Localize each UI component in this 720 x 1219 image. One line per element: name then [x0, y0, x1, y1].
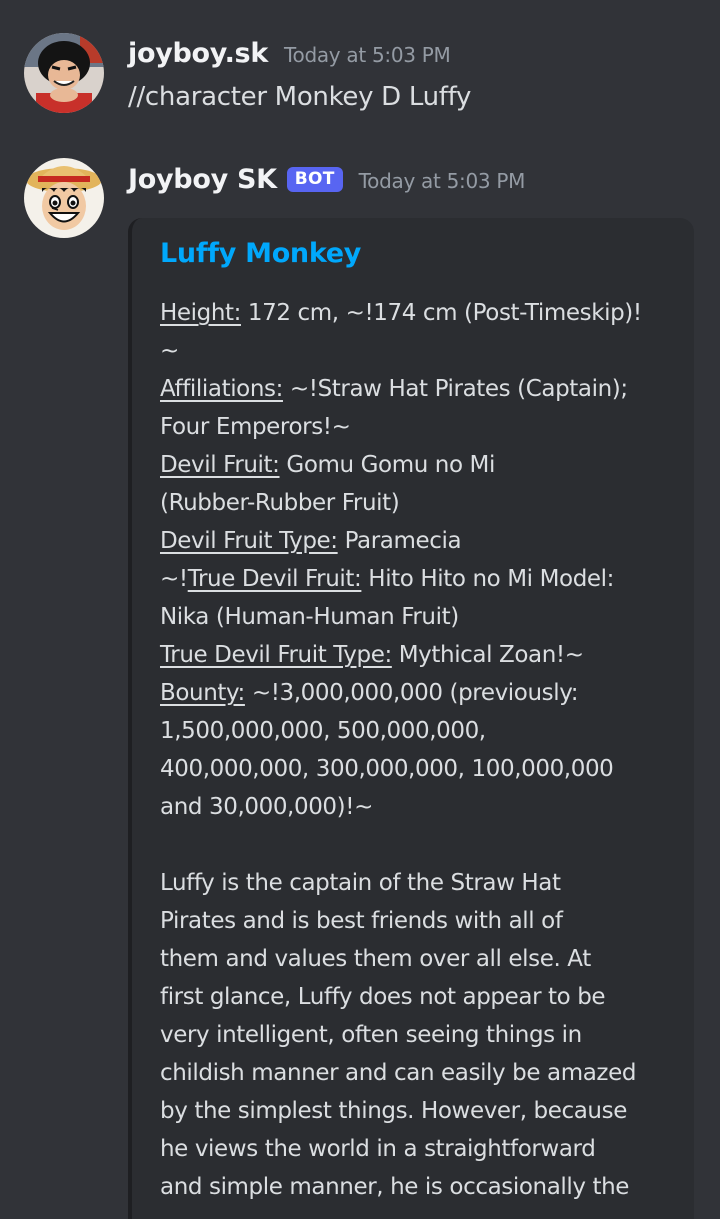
timestamp[interactable]: Today at 5:03 PM: [284, 43, 451, 67]
username[interactable]: joyboy.sk: [128, 38, 268, 69]
user-avatar-icon[interactable]: [24, 33, 104, 113]
embed-card: Luffy Monkey Height: 172 cm, ~!174 cm (P…: [128, 218, 694, 1219]
message-header: Joyboy SK BOT Today at 5:03 PM: [128, 164, 525, 196]
true-devil-fruit-type-value: Mythical Zoan!~: [391, 642, 584, 668]
message-header: joyboy.sk Today at 5:03 PM: [128, 38, 451, 69]
bounty-line-2: 1,500,000,000, 500,000,000,: [160, 718, 486, 744]
true-devil-fruit-label: True Devil Fruit:: [187, 566, 362, 592]
true-devil-fruit-tail: Nika (Human-Human Fruit): [160, 604, 459, 630]
affiliations-tail: Four Emperors!~: [160, 414, 351, 440]
embed-description: Height: 172 cm, ~!174 cm (Post-Timeskip)…: [160, 294, 680, 1206]
affiliations-line: Affiliations: ~!Straw Hat Pirates (Capta…: [160, 370, 680, 408]
description-line: childish manner and can easily be amazed: [160, 1060, 637, 1086]
bounty-value: ~!3,000,000,000 (previously:: [244, 680, 579, 706]
description-line: very intelligent, often seeing things in: [160, 1022, 582, 1048]
bot-avatar-icon[interactable]: [24, 158, 104, 238]
description-line: them and values them over all else. At: [160, 946, 591, 972]
devil-fruit-value: Gomu Gomu no Mi: [279, 452, 495, 478]
bounty-line: Bounty: ~!3,000,000,000 (previously:: [160, 674, 680, 712]
height-label: Height:: [160, 300, 241, 326]
description-line: and simple manner, he is occasionally th…: [160, 1174, 630, 1200]
true-devil-fruit-type-label: True Devil Fruit Type:: [160, 642, 392, 668]
embed-title[interactable]: Luffy Monkey: [160, 238, 361, 269]
height-line: Height: 172 cm, ~!174 cm (Post-Timeskip)…: [160, 294, 680, 332]
devil-fruit-type-label: Devil Fruit Type:: [160, 528, 338, 554]
bounty-line-3: 400,000,000, 300,000,000, 100,000,000: [160, 756, 614, 782]
description-line: he views the world in a straightforward: [160, 1136, 596, 1162]
description-line: first glance, Luffy does not appear to b…: [160, 984, 606, 1010]
devil-fruit-tail: (Rubber-Rubber Fruit): [160, 490, 400, 516]
message-text: //character Monkey D Luffy: [128, 82, 472, 112]
devil-fruit-line: Devil Fruit: Gomu Gomu no Mi: [160, 446, 680, 484]
true-devil-fruit-prefix: ~!: [160, 566, 188, 592]
bot-badge: BOT: [286, 167, 343, 192]
description-line: Luffy is the captain of the Straw Hat: [160, 870, 561, 896]
description-line: by the simplest things. However, because: [160, 1098, 627, 1124]
devil-fruit-type-value: Paramecia: [337, 528, 462, 554]
chat-window: joyboy.sk Today at 5:03 PM //character M…: [0, 0, 720, 1219]
bounty-label: Bounty:: [160, 680, 245, 706]
bot-username[interactable]: Joyboy SK: [128, 164, 277, 195]
true-devil-fruit-line: ~!True Devil Fruit: Hito Hito no Mi Mode…: [160, 560, 680, 598]
bounty-line-4: and 30,000,000)!~: [160, 794, 373, 820]
affiliations-label: Affiliations:: [160, 376, 283, 402]
timestamp[interactable]: Today at 5:03 PM: [359, 169, 526, 193]
height-value: 172 cm, ~!174 cm (Post-Timeskip)!: [240, 300, 642, 326]
devil-fruit-label: Devil Fruit:: [160, 452, 280, 478]
description-line: Pirates and is best friends with all of: [160, 908, 563, 934]
true-devil-fruit-value: Hito Hito no Mi Model:: [361, 566, 614, 592]
true-devil-fruit-type-line: True Devil Fruit Type: Mythical Zoan!~: [160, 636, 680, 674]
devil-fruit-type-line: Devil Fruit Type: Paramecia: [160, 522, 680, 560]
affiliations-value: ~!Straw Hat Pirates (Captain);: [282, 376, 628, 402]
height-tail: ~: [160, 338, 179, 364]
